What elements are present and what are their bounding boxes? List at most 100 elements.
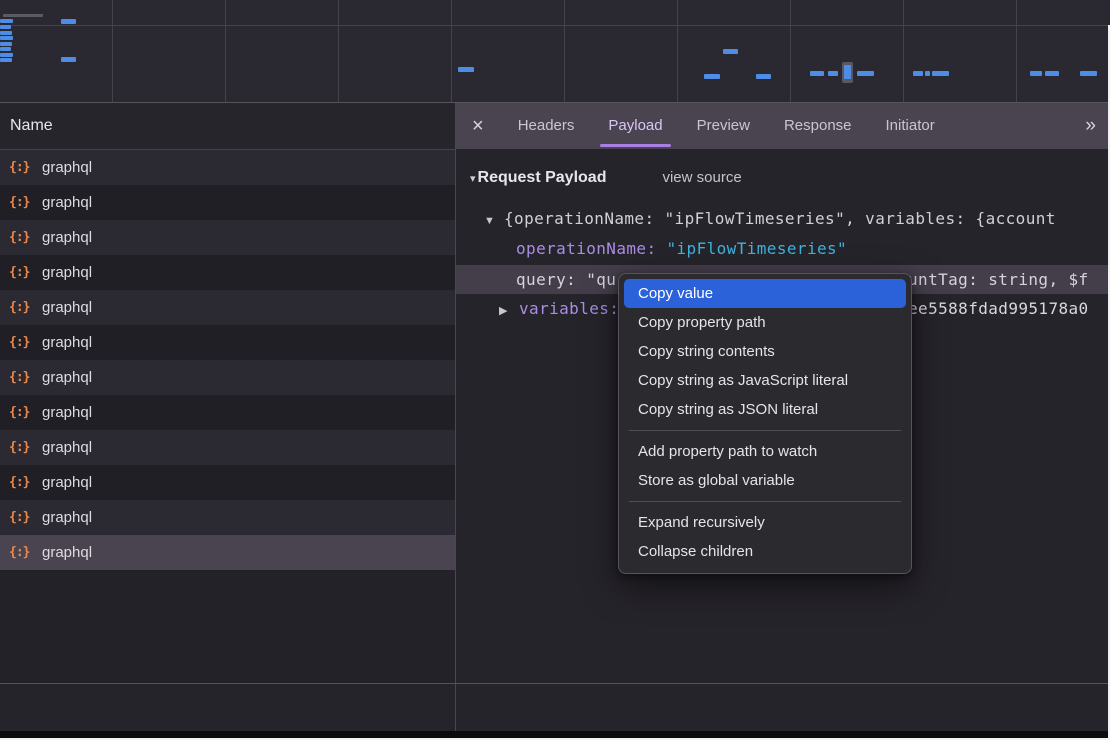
view-source-link[interactable]: view source — [662, 169, 741, 186]
request-name-label: graphql — [42, 159, 92, 176]
tab-preview[interactable]: Preview — [697, 103, 750, 149]
timeline-bar — [61, 19, 76, 24]
request-name-label: graphql — [42, 264, 92, 281]
network-request-row[interactable]: {:} graphql — [0, 535, 455, 570]
tab-initiator[interactable]: Initiator — [886, 103, 935, 149]
menu-item-copy-property-path[interactable]: Copy property path — [624, 308, 906, 337]
menu-item-store-as-global-variable[interactable]: Store as global variable — [624, 466, 906, 495]
variables-preview-fragment: ee5588fdad995178a0 — [908, 294, 1089, 323]
json-request-icon: {:} — [9, 440, 33, 455]
menu-item-expand-recursively[interactable]: Expand recursively — [624, 508, 906, 537]
timeline-bar — [723, 49, 738, 54]
bottom-edge-bar — [0, 731, 1110, 738]
timeline-bar — [810, 71, 824, 76]
menu-item-copy-string-as-json-literal[interactable]: Copy string as JSON literal — [624, 395, 906, 424]
menu-item-collapse-children[interactable]: Collapse children — [624, 537, 906, 566]
name-column-label: Name — [10, 117, 53, 134]
timeline-bar — [1045, 71, 1059, 76]
property-value: "ipFlowTimeseries" — [666, 239, 847, 258]
timeline-bar-gray — [3, 14, 43, 17]
network-request-row[interactable]: {:} graphql — [0, 325, 455, 360]
timeline-bar — [932, 71, 949, 76]
payload-root-row[interactable]: ▼{operationName: "ipFlowTimeseries", var… — [456, 204, 1110, 233]
timeline-bar — [0, 19, 13, 23]
menu-separator — [629, 501, 901, 502]
json-request-icon: {:} — [9, 300, 33, 315]
devtools-network-panel: Name {:} graphql {:} graphql {:} graphql {:} gr… — [0, 0, 1110, 740]
root-preview-text: {operationName: "ipFlowTimeseries", vari… — [504, 209, 1056, 228]
close-panel-icon[interactable]: × — [472, 103, 484, 149]
menu-item-add-property-path-to-watch[interactable]: Add property path to watch — [624, 437, 906, 466]
request-name-label: graphql — [42, 474, 92, 491]
json-request-icon: {:} — [9, 475, 33, 490]
request-name-label: graphql — [42, 369, 92, 386]
section-collapse-icon[interactable]: ▾ — [470, 173, 476, 185]
json-request-icon: {:} — [9, 160, 33, 175]
timeline-bar — [756, 74, 771, 79]
network-overview-timeline[interactable] — [0, 0, 1110, 103]
name-column-header[interactable]: Name — [0, 103, 455, 150]
property-key: variables — [519, 299, 619, 318]
json-request-icon: {:} — [9, 510, 33, 525]
property-key: operationName — [516, 239, 656, 258]
timeline-bar — [458, 67, 474, 72]
request-name-label: graphql — [42, 194, 92, 211]
timeline-bar — [925, 71, 930, 76]
timeline-bar — [0, 25, 11, 29]
timeline-horizontal-gridline — [0, 25, 1110, 26]
network-request-row[interactable]: {:} graphql — [0, 360, 455, 395]
property-row-operationname[interactable]: operationName "ipFlowTimeseries" — [456, 234, 1110, 263]
timeline-bar — [0, 53, 13, 57]
json-request-icon: {:} — [9, 265, 33, 280]
timeline-bar — [0, 36, 13, 40]
network-request-row[interactable]: {:} graphql — [0, 290, 455, 325]
tab-response[interactable]: Response — [784, 103, 852, 149]
timeline-bar — [0, 42, 12, 46]
network-requests-panel: Name {:} graphql {:} graphql {:} graphql {:} gr… — [0, 103, 456, 683]
summary-bar — [0, 684, 1110, 731]
request-name-label: graphql — [42, 229, 92, 246]
network-request-row[interactable]: {:} graphql — [0, 185, 455, 220]
request-payload-title: Request Payload — [478, 169, 607, 186]
json-request-icon: {:} — [9, 195, 33, 210]
more-tabs-icon[interactable]: » — [1085, 115, 1094, 137]
menu-separator — [629, 430, 901, 431]
json-request-icon: {:} — [9, 545, 33, 560]
timeline-bar — [828, 71, 838, 76]
request-payload-section-header[interactable]: ▾Request Payload view source — [470, 163, 742, 193]
timeline-bar — [857, 71, 874, 76]
summary-column-divider — [455, 684, 456, 731]
request-name-label: graphql — [42, 439, 92, 456]
timeline-bar — [61, 57, 76, 62]
request-name-label: graphql — [42, 404, 92, 421]
request-name-label: graphql — [42, 544, 92, 561]
menu-item-copy-string-as-javascript-literal[interactable]: Copy string as JavaScript literal — [624, 366, 906, 395]
selected-request-marker — [842, 62, 853, 83]
network-request-row[interactable]: {:} graphql — [0, 220, 455, 255]
json-request-icon: {:} — [9, 405, 33, 420]
network-request-row[interactable]: {:} graphql — [0, 465, 455, 500]
network-request-row[interactable]: {:}graphql — [0, 500, 455, 535]
json-request-icon: {:} — [9, 335, 33, 350]
details-tab-bar: × Headers Payload Preview Response Initiator… — [456, 103, 1110, 149]
timeline-bar — [1030, 71, 1042, 76]
network-request-row[interactable]: {:} graphql — [0, 255, 455, 290]
json-request-icon: {:} — [9, 230, 33, 245]
tab-payload[interactable]: Payload — [608, 103, 662, 149]
timeline-bar — [704, 74, 720, 79]
menu-item-copy-value[interactable]: Copy value — [624, 279, 906, 308]
json-request-icon: {:} — [9, 370, 33, 385]
menu-item-copy-string-contents[interactable]: Copy string contents — [624, 337, 906, 366]
tab-headers[interactable]: Headers — [518, 103, 575, 149]
timeline-bar — [1080, 71, 1097, 76]
request-name-label: graphql — [42, 334, 92, 351]
network-request-row[interactable]: {:} graphql — [0, 150, 455, 185]
selected-request-bar — [844, 65, 851, 79]
network-request-row[interactable]: {:} graphql — [0, 430, 455, 465]
timeline-bar — [0, 31, 12, 35]
property-value-left-fragment: "qu — [586, 270, 616, 289]
network-request-row[interactable]: {:} graphql — [0, 395, 455, 430]
request-name-label: graphql — [42, 299, 92, 316]
root-expanded-icon[interactable]: ▼ — [484, 207, 504, 233]
variables-expand-icon[interactable]: ▶ — [499, 297, 519, 323]
